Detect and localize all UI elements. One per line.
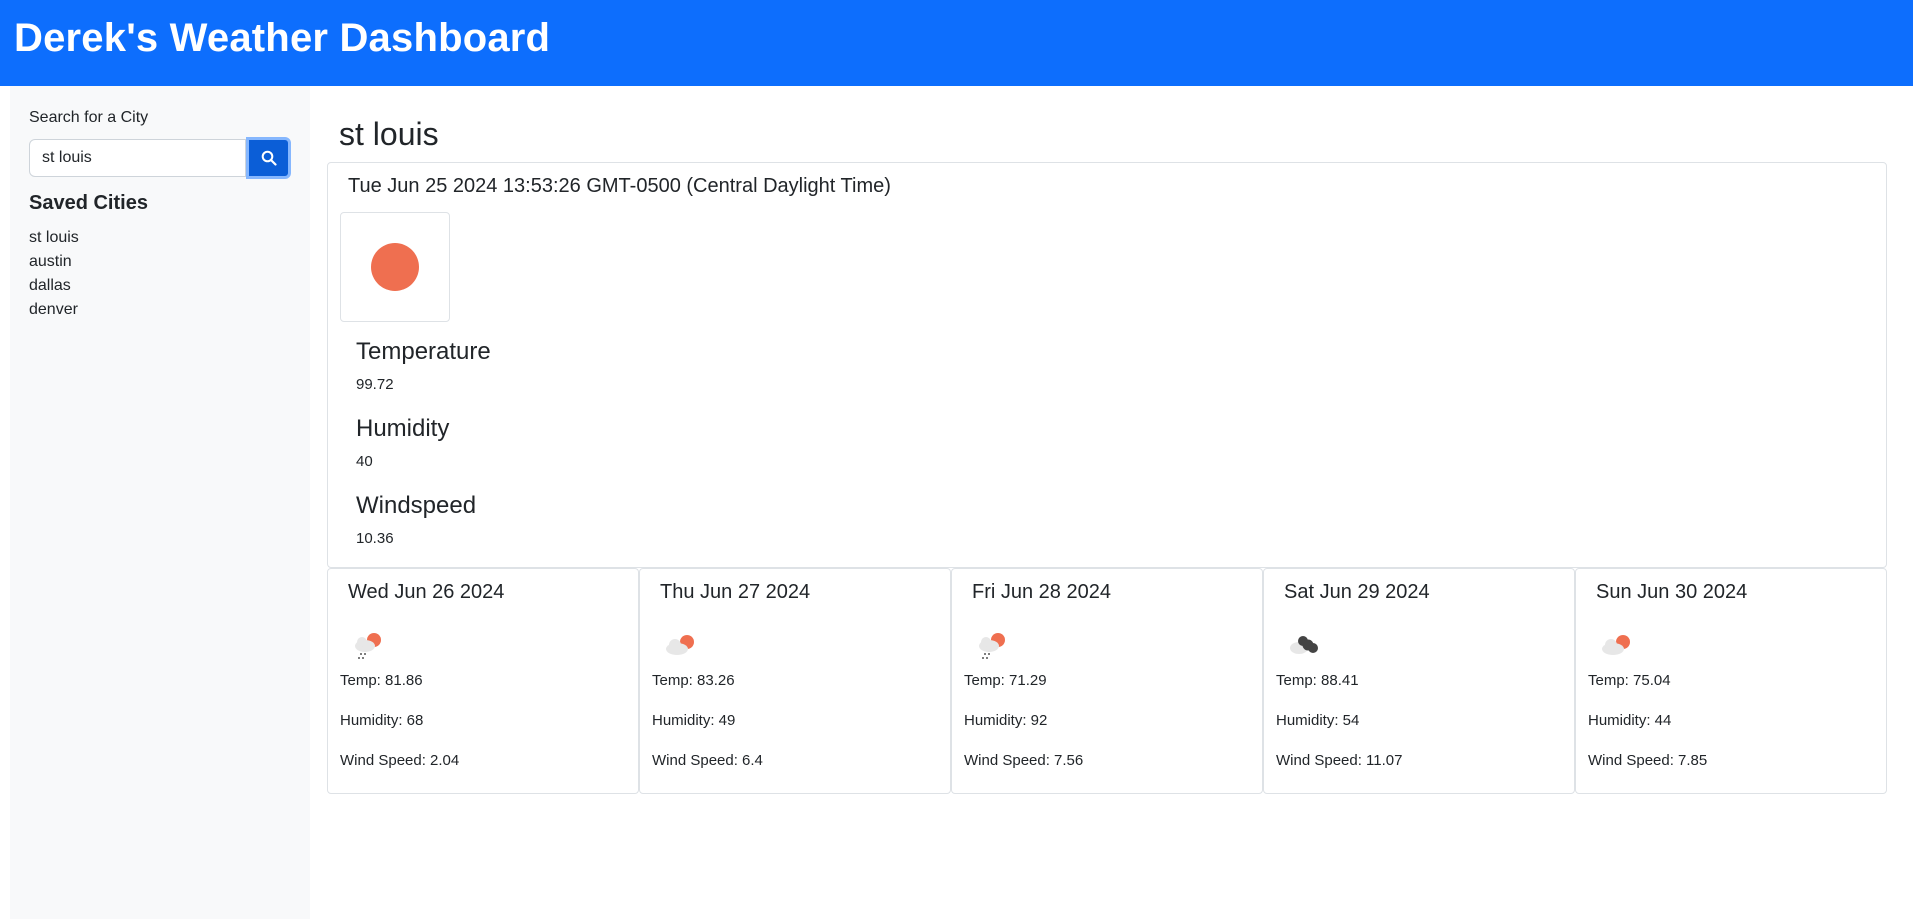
- temperature-value: 99.72: [356, 376, 394, 393]
- forecast-date: Fri Jun 28 2024: [972, 581, 1111, 603]
- windspeed-value: 10.36: [356, 530, 394, 547]
- forecast-temp: Temp: 88.41: [1276, 672, 1359, 689]
- saved-cities-list: st louis austin dallas denver: [29, 226, 79, 322]
- sidebar: Search for a City Saved Cities st louis …: [10, 86, 310, 919]
- forecast-date: Wed Jun 26 2024: [348, 581, 505, 603]
- current-datetime: Tue Jun 25 2024 13:53:26 GMT-0500 (Centr…: [348, 175, 891, 197]
- saved-cities-title: Saved Cities: [29, 192, 148, 214]
- forecast-humidity: Humidity: 54: [1276, 712, 1360, 729]
- sun-icon: [371, 243, 419, 291]
- top-header: Derek's Weather Dashboard: [0, 0, 1913, 86]
- search-button[interactable]: [246, 137, 291, 179]
- saved-city-item[interactable]: dallas: [29, 274, 79, 298]
- five-day-forecast: Wed Jun 26 2024 Temp: 81.86 Humidity: 68…: [327, 568, 1887, 794]
- forecast-wind: Wind Speed: 7.85: [1588, 752, 1708, 769]
- forecast-card: Sat Jun 29 2024 Temp: 88.41 Humidity: 54…: [1263, 568, 1575, 794]
- forecast-temp: Temp: 83.26: [652, 672, 735, 689]
- search-label: Search for a City: [29, 109, 149, 126]
- humidity-label: Humidity: [356, 415, 450, 442]
- forecast-humidity: Humidity: 49: [652, 712, 736, 729]
- search-icon: [261, 150, 277, 166]
- forecast-card: Thu Jun 27 2024 Temp: 83.26 Humidity: 49…: [639, 568, 951, 794]
- forecast-wind: Wind Speed: 7.56: [964, 752, 1084, 769]
- sun-cloud-icon: [1602, 635, 1630, 655]
- forecast-humidity: Humidity: 44: [1588, 712, 1672, 729]
- current-weather-icon-box: [340, 212, 450, 322]
- forecast-humidity: Humidity: 92: [964, 712, 1048, 729]
- app-title: Derek's Weather Dashboard: [14, 16, 551, 60]
- city-search-input[interactable]: [29, 139, 246, 177]
- forecast-card: Wed Jun 26 2024 Temp: 81.86 Humidity: 68…: [327, 568, 639, 794]
- dark-clouds-icon: [1290, 636, 1318, 654]
- sun-cloud-rain-icon: [979, 633, 1005, 659]
- forecast-date: Sat Jun 29 2024: [1284, 581, 1430, 603]
- windspeed-label: Windspeed: [356, 492, 477, 519]
- forecast-wind: Wind Speed: 11.07: [1276, 752, 1403, 769]
- forecast-temp: Temp: 71.29: [964, 672, 1047, 689]
- forecast-temp: Temp: 81.86: [340, 672, 423, 689]
- forecast-date: Sun Jun 30 2024: [1596, 581, 1748, 603]
- forecast-card: Sun Jun 30 2024 Temp: 75.04 Humidity: 44…: [1575, 568, 1887, 794]
- main-content: st louis Tue Jun 25 2024 13:53:26 GMT-05…: [310, 86, 1913, 919]
- sun-cloud-rain-icon: [355, 633, 381, 659]
- forecast-card: Fri Jun 28 2024 Temp: 71.29 Humidity: 92…: [951, 568, 1263, 794]
- saved-city-item[interactable]: austin: [29, 250, 79, 274]
- saved-city-item[interactable]: denver: [29, 298, 79, 322]
- saved-city-item[interactable]: st louis: [29, 226, 79, 250]
- forecast-wind: Wind Speed: 2.04: [340, 752, 460, 769]
- humidity-value: 40: [356, 453, 373, 470]
- forecast-date: Thu Jun 27 2024: [660, 581, 811, 603]
- temperature-label: Temperature: [356, 338, 491, 365]
- forecast-wind: Wind Speed: 6.4: [652, 752, 763, 769]
- sun-cloud-icon: [666, 635, 694, 655]
- city-title: st louis: [339, 116, 439, 152]
- forecast-humidity: Humidity: 68: [340, 712, 424, 729]
- forecast-temp: Temp: 75.04: [1588, 672, 1671, 689]
- current-weather-card: Tue Jun 25 2024 13:53:26 GMT-0500 (Centr…: [327, 162, 1887, 568]
